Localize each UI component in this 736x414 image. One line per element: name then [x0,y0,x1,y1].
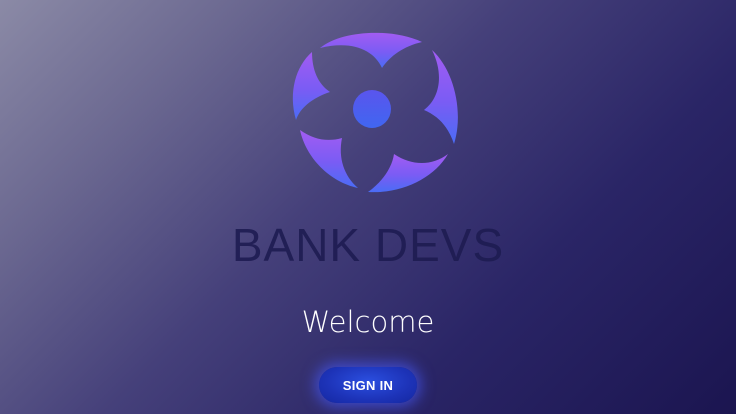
welcome-heading: Welcome [301,305,435,339]
sign-in-button[interactable]: SIGN IN [319,367,417,403]
brand-name: BANK DEVS [231,219,505,271]
bank-devs-logo-icon [282,26,462,196]
